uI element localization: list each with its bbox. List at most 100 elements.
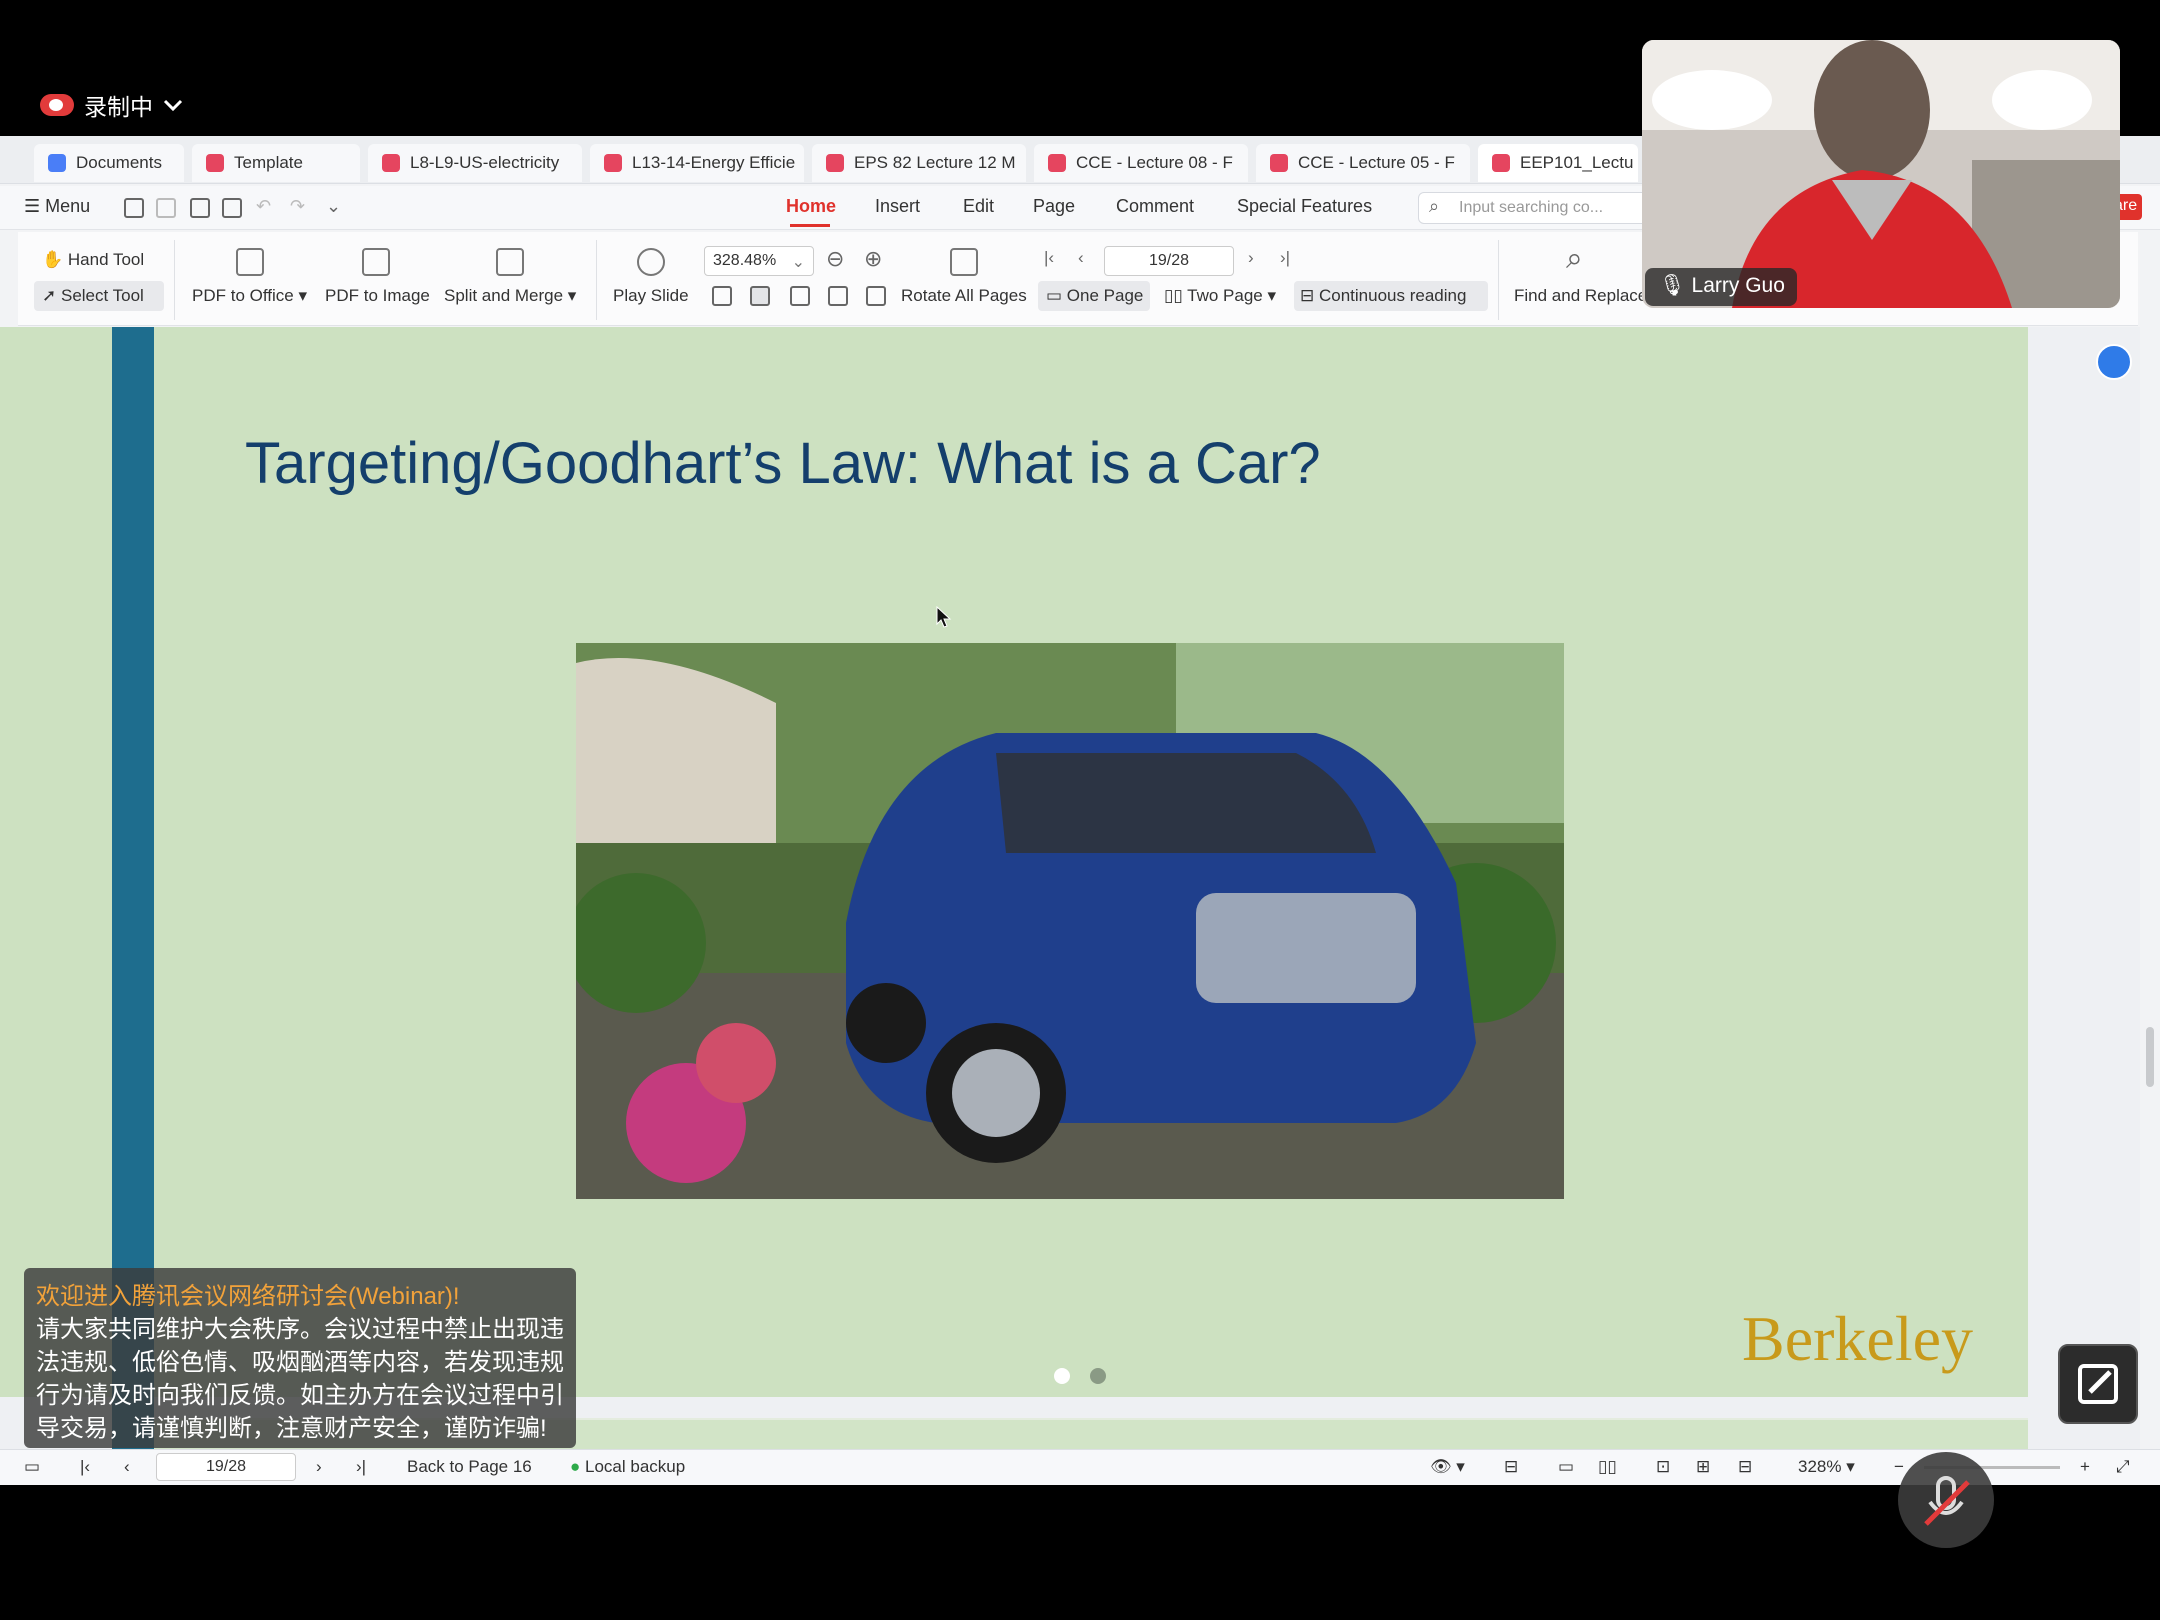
car-photo	[576, 643, 1564, 1199]
prev-page-icon[interactable]: ‹	[124, 1457, 130, 1477]
tab-l13-14[interactable]: L13-14-Energy Efficie	[590, 144, 804, 182]
mic-off-icon	[1924, 1476, 1970, 1526]
last-page-icon[interactable]: ›|	[356, 1457, 366, 1477]
tab-eps82[interactable]: EPS 82 Lecture 12 M	[812, 144, 1026, 182]
menu-button[interactable]: ☰ Menu	[24, 196, 90, 217]
prev-page-icon[interactable]: ‹	[1078, 248, 1084, 268]
fit-page-icon[interactable]	[750, 286, 770, 306]
active-tab-underline	[790, 224, 830, 227]
tab-page[interactable]: Page	[1033, 196, 1075, 217]
participant-name: Larry Guo	[1691, 274, 1785, 297]
next-page-icon[interactable]: ›	[1248, 248, 1254, 268]
mute-mic-button[interactable]	[1898, 1452, 1994, 1548]
select-tool-button[interactable]: ➚ Select Tool	[42, 286, 144, 306]
divider	[1498, 240, 1499, 320]
print-icon[interactable]	[190, 198, 210, 218]
rotate-left-icon[interactable]	[828, 286, 848, 306]
mouse-cursor	[936, 605, 952, 635]
fit-page-icon[interactable]: ⊞	[1696, 1457, 1710, 1477]
continuous-label: Continuous reading	[1318, 286, 1467, 305]
scrollbar-thumb[interactable]	[2146, 1027, 2154, 1087]
pdf-to-office-button[interactable]: PDF to Office ▾	[192, 286, 307, 306]
tab-cce-05[interactable]: CCE - Lecture 05 - F	[1256, 144, 1470, 182]
fit-width-icon[interactable]: ⊡	[1656, 1457, 1670, 1477]
chevron-down-icon	[163, 99, 183, 112]
play-icon	[637, 248, 665, 276]
fullscreen-icon[interactable]: ⤢	[2116, 1457, 2130, 1477]
save-icon[interactable]	[156, 198, 176, 218]
tab-template[interactable]: Template	[192, 144, 360, 182]
slide-indicator-dot-active[interactable]	[1054, 1368, 1070, 1384]
first-page-icon[interactable]: |‹	[80, 1457, 90, 1477]
status-zoom-select[interactable]: 328% ▾	[1798, 1457, 1855, 1477]
search-input[interactable]: ⌕ Input searching co...	[1418, 192, 1668, 224]
hand-icon: ✋	[42, 250, 64, 269]
tab-special-features[interactable]: Special Features	[1237, 196, 1372, 217]
tab-label: CCE - Lecture 08 - F	[1076, 153, 1233, 172]
berkeley-logo: Berkeley	[1742, 1303, 1973, 1374]
undo-icon[interactable]: ↶	[256, 196, 271, 217]
one-page-button[interactable]: ▭ One Page	[1046, 286, 1143, 306]
first-page-icon[interactable]: |‹	[1044, 248, 1054, 268]
redo-icon[interactable]: ↷	[290, 196, 305, 217]
sync-button[interactable]	[2096, 344, 2132, 380]
hand-tool-button[interactable]: ✋ Hand Tool	[42, 250, 144, 270]
zoom-value: 328.48%	[713, 252, 777, 269]
rotate-pages-icon	[950, 248, 978, 276]
next-page-icon[interactable]: ›	[316, 1457, 322, 1477]
tab-eep101[interactable]: EEP101_Lectu	[1478, 144, 1638, 182]
back-to-page-link[interactable]: Back to Page 16	[407, 1457, 532, 1477]
sidebar-toggle-icon[interactable]: ▭	[24, 1457, 40, 1477]
continuous-reading-button[interactable]: ⊟ Continuous reading	[1300, 286, 1466, 306]
tab-documents[interactable]: Documents	[34, 144, 184, 182]
tab-insert[interactable]: Insert	[875, 196, 920, 217]
status-zoom-value: 328%	[1798, 1457, 1842, 1476]
tab-home[interactable]: Home	[786, 196, 836, 217]
page-icon: ▭	[1046, 286, 1063, 305]
tab-comment[interactable]: Comment	[1116, 196, 1194, 217]
chevron-down-icon: ⌄	[791, 254, 805, 271]
pdf-to-image-button[interactable]: PDF to Image	[325, 286, 430, 306]
rotate-right-icon[interactable]	[866, 286, 886, 306]
recording-indicator[interactable]: 录制中	[40, 88, 183, 122]
rotate-all-pages-button[interactable]: Rotate All Pages	[901, 286, 1027, 306]
tab-edit[interactable]: Edit	[963, 196, 994, 217]
tab-label: EPS 82 Lecture 12 M	[854, 153, 1016, 172]
pdf-to-office-label: PDF to Office	[192, 286, 294, 305]
annotate-button[interactable]	[2058, 1344, 2138, 1424]
actual-size-icon[interactable]: ⊟	[1738, 1457, 1752, 1477]
tab-l8-l9[interactable]: L8-L9-US-electricity	[368, 144, 582, 182]
zoom-out-icon[interactable]: ⊖	[826, 246, 844, 272]
split-merge-icon	[496, 248, 524, 276]
print-preview-icon[interactable]	[222, 198, 242, 218]
vertical-scrollbar[interactable]	[2140, 327, 2160, 1449]
chevron-down-icon[interactable]: ⌄	[326, 196, 341, 217]
car-photo-illustration	[576, 643, 1564, 1199]
eye-icon[interactable]: 👁 ▾	[1430, 1457, 1465, 1477]
page-number-input[interactable]: 19/28	[1104, 246, 1234, 276]
split-merge-button[interactable]: Split and Merge ▾	[444, 286, 576, 306]
participant-name-badge: 🎙 Larry Guo	[1645, 268, 1797, 306]
find-replace-button[interactable]: Find and Replace	[1514, 286, 1647, 306]
tab-cce-08[interactable]: CCE - Lecture 08 - F	[1034, 144, 1248, 182]
two-page-button[interactable]: ▯▯ Two Page ▾	[1164, 286, 1276, 306]
continuous-view-icon[interactable]: ⊟	[1504, 1457, 1518, 1477]
local-backup-status[interactable]: ● Local backup	[570, 1457, 685, 1477]
two-page-view-icon[interactable]: ▯▯	[1598, 1457, 1617, 1477]
two-page-icon: ▯▯	[1164, 286, 1183, 305]
zoom-select[interactable]: 328.48% ⌄	[704, 246, 814, 276]
zoom-in-icon[interactable]: ⊕	[864, 246, 882, 272]
actual-size-icon[interactable]	[712, 286, 732, 306]
single-view-icon[interactable]: ▭	[1558, 1457, 1574, 1477]
status-page-input[interactable]: 19/28	[156, 1453, 296, 1481]
search-icon: ⌕	[1429, 196, 1440, 216]
slide-indicator-dot[interactable]	[1090, 1368, 1106, 1384]
pdf-to-image-icon	[362, 248, 390, 276]
open-folder-icon[interactable]	[124, 198, 144, 218]
play-slide-button[interactable]: Play Slide	[613, 286, 689, 306]
fit-width-icon[interactable]	[790, 286, 810, 306]
last-page-icon[interactable]: ›|	[1280, 248, 1290, 268]
two-page-label: Two Page	[1187, 286, 1263, 305]
zoom-in-icon[interactable]: +	[2080, 1457, 2090, 1477]
notice-title: 欢迎进入腾讯会议网络研讨会(Webinar)!	[36, 1283, 460, 1310]
